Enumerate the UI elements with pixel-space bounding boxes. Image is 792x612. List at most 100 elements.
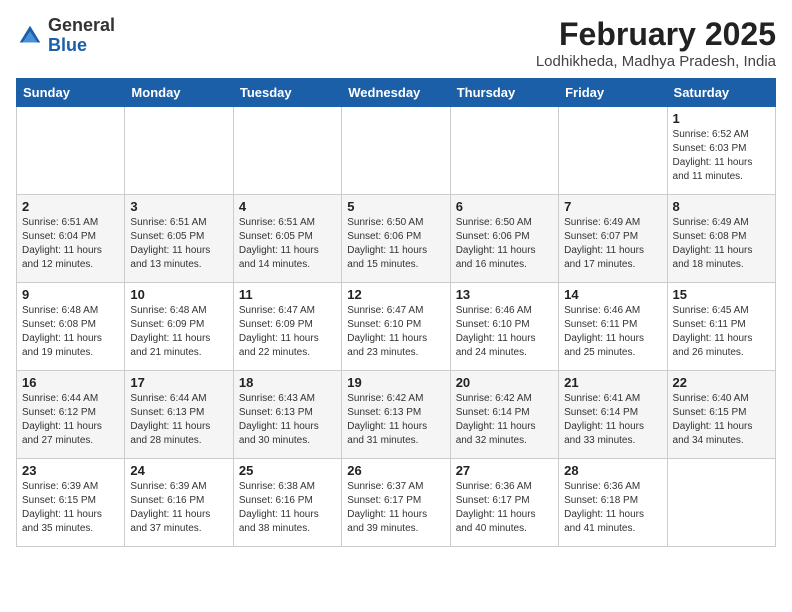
page-header: General Blue February 2025 Lodhikheda, M… [16,16,776,70]
day-info: Sunrise: 6:52 AMSunset: 6:03 PMDaylight:… [673,128,770,184]
day-number: 1 [673,111,770,126]
day-info: Sunrise: 6:38 AMSunset: 6:16 PMDaylight:… [239,480,336,536]
calendar-cell [17,107,125,195]
calendar-cell: 20 Sunrise: 6:42 AMSunset: 6:14 PMDayligh… [450,371,558,459]
day-number: 3 [130,199,227,214]
day-number: 16 [22,375,119,390]
logo: General Blue [16,16,115,56]
month-year: February 2025 [536,16,776,53]
calendar-cell [559,107,667,195]
calendar-week-1: 1 Sunrise: 6:52 AMSunset: 6:03 PMDaylight… [17,107,776,195]
day-number: 8 [673,199,770,214]
day-info: Sunrise: 6:51 AMSunset: 6:05 PMDaylight:… [239,216,336,272]
calendar-cell: 5 Sunrise: 6:50 AMSunset: 6:06 PMDaylight… [342,195,450,283]
day-number: 6 [456,199,553,214]
day-number: 22 [673,375,770,390]
day-number: 17 [130,375,227,390]
calendar-table: SundayMondayTuesdayWednesdayThursdayFrid… [16,78,776,547]
logo-blue-text: Blue [48,35,87,55]
calendar-cell: 28 Sunrise: 6:36 AMSunset: 6:18 PMDayligh… [559,459,667,547]
day-info: Sunrise: 6:44 AMSunset: 6:13 PMDaylight:… [130,392,227,448]
logo-icon [16,22,44,50]
day-number: 19 [347,375,444,390]
day-info: Sunrise: 6:40 AMSunset: 6:15 PMDaylight:… [673,392,770,448]
day-info: Sunrise: 6:46 AMSunset: 6:10 PMDaylight:… [456,304,553,360]
calendar-cell: 11 Sunrise: 6:47 AMSunset: 6:09 PMDayligh… [233,283,341,371]
day-number: 15 [673,287,770,302]
day-number: 4 [239,199,336,214]
calendar-cell: 16 Sunrise: 6:44 AMSunset: 6:12 PMDayligh… [17,371,125,459]
day-number: 2 [22,199,119,214]
calendar-cell: 13 Sunrise: 6:46 AMSunset: 6:10 PMDayligh… [450,283,558,371]
day-info: Sunrise: 6:43 AMSunset: 6:13 PMDaylight:… [239,392,336,448]
calendar-cell [233,107,341,195]
day-info: Sunrise: 6:37 AMSunset: 6:17 PMDaylight:… [347,480,444,536]
day-info: Sunrise: 6:45 AMSunset: 6:11 PMDaylight:… [673,304,770,360]
day-info: Sunrise: 6:39 AMSunset: 6:15 PMDaylight:… [22,480,119,536]
day-info: Sunrise: 6:42 AMSunset: 6:14 PMDaylight:… [456,392,553,448]
day-number: 24 [130,463,227,478]
calendar-cell: 19 Sunrise: 6:42 AMSunset: 6:13 PMDayligh… [342,371,450,459]
day-number: 14 [564,287,661,302]
day-info: Sunrise: 6:42 AMSunset: 6:13 PMDaylight:… [347,392,444,448]
day-header-saturday: Saturday [667,79,775,107]
day-info: Sunrise: 6:36 AMSunset: 6:17 PMDaylight:… [456,480,553,536]
day-number: 13 [456,287,553,302]
day-info: Sunrise: 6:47 AMSunset: 6:09 PMDaylight:… [239,304,336,360]
day-number: 5 [347,199,444,214]
day-number: 9 [22,287,119,302]
day-number: 20 [456,375,553,390]
calendar-cell: 9 Sunrise: 6:48 AMSunset: 6:08 PMDaylight… [17,283,125,371]
calendar-cell: 17 Sunrise: 6:44 AMSunset: 6:13 PMDayligh… [125,371,233,459]
calendar-cell: 6 Sunrise: 6:50 AMSunset: 6:06 PMDaylight… [450,195,558,283]
calendar-cell [342,107,450,195]
calendar-header-row: SundayMondayTuesdayWednesdayThursdayFrid… [17,79,776,107]
calendar-cell [450,107,558,195]
calendar-cell: 18 Sunrise: 6:43 AMSunset: 6:13 PMDayligh… [233,371,341,459]
calendar-cell: 2 Sunrise: 6:51 AMSunset: 6:04 PMDaylight… [17,195,125,283]
day-info: Sunrise: 6:47 AMSunset: 6:10 PMDaylight:… [347,304,444,360]
day-header-tuesday: Tuesday [233,79,341,107]
calendar-cell: 26 Sunrise: 6:37 AMSunset: 6:17 PMDayligh… [342,459,450,547]
day-header-monday: Monday [125,79,233,107]
calendar-cell: 25 Sunrise: 6:38 AMSunset: 6:16 PMDayligh… [233,459,341,547]
day-info: Sunrise: 6:50 AMSunset: 6:06 PMDaylight:… [456,216,553,272]
day-number: 28 [564,463,661,478]
day-header-sunday: Sunday [17,79,125,107]
day-number: 27 [456,463,553,478]
day-info: Sunrise: 6:48 AMSunset: 6:08 PMDaylight:… [22,304,119,360]
day-info: Sunrise: 6:49 AMSunset: 6:08 PMDaylight:… [673,216,770,272]
title-block: February 2025 Lodhikheda, Madhya Pradesh… [536,16,776,70]
calendar-cell: 24Sunrise: 6:39 AMSunset: 6:16 PMDayligh… [125,459,233,547]
day-header-thursday: Thursday [450,79,558,107]
day-number: 26 [347,463,444,478]
day-info: Sunrise: 6:49 AMSunset: 6:07 PMDaylight:… [564,216,661,272]
day-info: Sunrise: 6:44 AMSunset: 6:12 PMDaylight:… [22,392,119,448]
day-info: Sunrise: 6:51 AMSunset: 6:04 PMDaylight:… [22,216,119,272]
day-header-friday: Friday [559,79,667,107]
logo-general-text: General [48,15,115,35]
day-info: Sunrise: 6:51 AMSunset: 6:05 PMDaylight:… [130,216,227,272]
calendar-cell: 23Sunrise: 6:39 AMSunset: 6:15 PMDayligh… [17,459,125,547]
calendar-cell: 1 Sunrise: 6:52 AMSunset: 6:03 PMDaylight… [667,107,775,195]
day-info: Sunrise: 6:41 AMSunset: 6:14 PMDaylight:… [564,392,661,448]
calendar-cell: 15 Sunrise: 6:45 AMSunset: 6:11 PMDayligh… [667,283,775,371]
day-number: 12 [347,287,444,302]
day-info: Sunrise: 6:50 AMSunset: 6:06 PMDaylight:… [347,216,444,272]
day-info: Sunrise: 6:36 AMSunset: 6:18 PMDaylight:… [564,480,661,536]
calendar-cell [125,107,233,195]
calendar-cell: 12 Sunrise: 6:47 AMSunset: 6:10 PMDayligh… [342,283,450,371]
calendar-cell: 8 Sunrise: 6:49 AMSunset: 6:08 PMDaylight… [667,195,775,283]
calendar-week-4: 16 Sunrise: 6:44 AMSunset: 6:12 PMDayligh… [17,371,776,459]
calendar-cell: 14 Sunrise: 6:46 AMSunset: 6:11 PMDayligh… [559,283,667,371]
day-header-wednesday: Wednesday [342,79,450,107]
day-info: Sunrise: 6:46 AMSunset: 6:11 PMDaylight:… [564,304,661,360]
calendar-cell [667,459,775,547]
day-number: 7 [564,199,661,214]
day-number: 18 [239,375,336,390]
day-number: 25 [239,463,336,478]
calendar-cell: 27 Sunrise: 6:36 AMSunset: 6:17 PMDayligh… [450,459,558,547]
calendar-cell: 3 Sunrise: 6:51 AMSunset: 6:05 PMDaylight… [125,195,233,283]
day-number: 11 [239,287,336,302]
calendar-cell: 4 Sunrise: 6:51 AMSunset: 6:05 PMDaylight… [233,195,341,283]
